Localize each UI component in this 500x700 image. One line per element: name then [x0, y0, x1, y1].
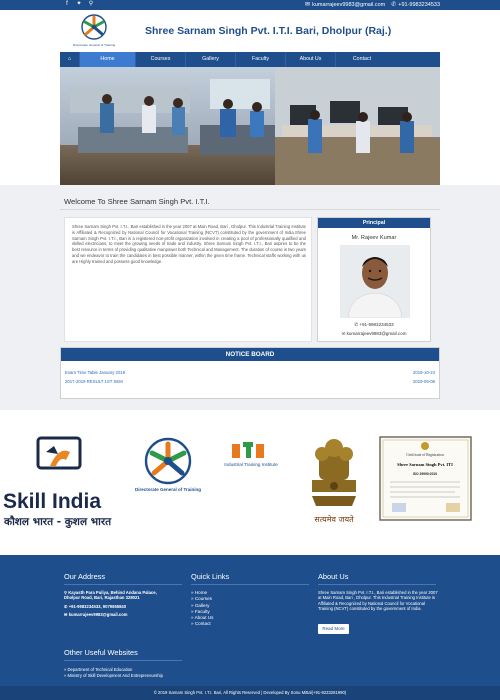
social-links: f ✦ ⚲ [64, 1, 94, 8]
footer-divider [191, 584, 309, 585]
dgt-partner-logo[interactable]: Directorate General of Training [135, 437, 201, 492]
footer-quick-links: » Home » Courses » Gallery » Faculty » A… [191, 590, 213, 628]
topbar-contact: ✉ kumarrajeev9983@gmail.com ✆ +91-99832345… [305, 1, 440, 9]
address-line-1: Kayasth Para Puliya, Behind Andana Palac… [68, 590, 157, 595]
twitter-icon[interactable]: ✦ [76, 1, 82, 8]
location-icon[interactable]: ⚲ [88, 1, 94, 8]
principal-phone: ✆ +91-9983234533 [318, 322, 430, 328]
welcome-heading: Welcome To Shree Sarnam Singh Pvt. I.T.I… [64, 197, 210, 206]
nav-courses[interactable]: Courses [136, 52, 186, 67]
principal-email: ✉ kumarrajeev9983@gmail.com [318, 331, 430, 337]
skill-india-hindi: कौशल भारत - कुशल भारत [3, 515, 112, 529]
certificate-title: Certificate of Registration [406, 453, 444, 457]
principal-email-text: kumarrajeev9983@gmail.com [346, 331, 407, 336]
principal-name: Mr. Rajeev Kumar [351, 235, 397, 241]
footer-phones-text: +91-9983234533, 9079655840 [68, 603, 127, 609]
logo-caption: Directorate General of Training [73, 43, 116, 47]
iso-certificate[interactable]: Certificate of Registration Shree Sarnam… [379, 436, 472, 521]
footer-divider [64, 660, 182, 661]
quick-link-label: Gallery [194, 602, 210, 608]
footer-useful-links: » Department of Technical Education » Mi… [64, 667, 163, 678]
footer-about-heading: About Us [318, 572, 349, 581]
footer-email-text: kumarrajeev9983@gmail.com [68, 612, 128, 618]
welcome-divider [60, 209, 440, 210]
nav-about-us[interactable]: About Us [286, 52, 336, 67]
skill-india-text: Skill India [3, 490, 101, 513]
notice-title[interactable]: 2017-2019 RESULT 1ST SEM [65, 379, 123, 384]
dgt-logo[interactable]: Directorate General of Training [68, 13, 120, 51]
useful-link-skill-development[interactable]: » Ministry of Skill Development And Entr… [64, 673, 163, 679]
nav-gallery[interactable]: Gallery [186, 52, 236, 67]
topbar-email[interactable]: ✉ kumarrajeev9983@gmail.com [305, 1, 385, 9]
notice-date: 2019-05-06 [413, 379, 435, 384]
emblem-motto: सत्यमेव जयते [314, 514, 354, 524]
footer-divider [64, 584, 182, 585]
footer-address: ⚲ Kayasth Para Puliya, Behind Andana Pal… [64, 590, 157, 618]
envelope-icon: ✉ [305, 2, 311, 8]
quick-link-label: About Us [194, 615, 214, 621]
topbar-email-text: kumarrajeev9983@gmail.com [312, 2, 386, 8]
topbar-phone[interactable]: ✆ +91-9983234533 [391, 1, 440, 9]
quick-link-label: Contact [194, 621, 211, 627]
phone-icon: ✆ [391, 2, 397, 8]
facebook-icon[interactable]: f [64, 1, 70, 8]
quick-link-label: Courses [194, 596, 212, 602]
notice-date: 2019-10-24 [413, 370, 435, 375]
nav-faculty[interactable]: Faculty [236, 52, 286, 67]
main-nav: ⌂ Home Courses Gallery Faculty About Us … [60, 52, 440, 67]
notice-item[interactable]: 2017-2019 RESULT 1ST SEM 2019-05-06 [65, 379, 437, 384]
footer-quick-links-heading: Quick Links [191, 572, 230, 581]
top-bar: f ✦ ⚲ ✉ kumarrajeev9983@gmail.com ✆ +91-99… [0, 0, 500, 10]
national-emblem[interactable]: सत्यमेव जयते [312, 439, 356, 524]
footer-useful-heading: Other Useful Websites [64, 648, 138, 657]
quick-link-contact[interactable]: » Contact [191, 621, 213, 627]
copyright-bar: © 2019 Sarnam Singh Pvt. I.T.I. Bari, Al… [0, 686, 500, 700]
certificate-name: Shree Sarnam Singh Pvt. ITI [397, 462, 453, 467]
nav-home[interactable]: Home [80, 52, 136, 67]
partner-logos: Skill India कौशल भारत - कुशल भारत Direct… [0, 410, 500, 555]
about-box: Shree Sarnam Singh Pvt. I.T.I., Bari est… [64, 217, 312, 342]
about-text: Shree Sarnam Singh Pvt. I.T.I., Bari est… [72, 224, 307, 264]
notice-item[interactable]: Exam Time Table January 2019 2019-10-24 [65, 370, 437, 375]
footer-phones: ✆ +91-9983234533, 9079655840 [64, 604, 157, 609]
notice-board-heading: NOTICE BOARD [61, 348, 439, 361]
notice-title[interactable]: Exam Time Table January 2019 [65, 370, 125, 375]
site-header: Directorate General of Training Shree Sa… [0, 10, 500, 52]
nav-contact[interactable]: Contact [336, 52, 388, 67]
footer-divider [318, 584, 436, 585]
quick-link-label: Home [194, 590, 208, 595]
topbar-phone-text: +91-9983234533 [398, 2, 440, 8]
address-line-2: Dholpur Road, Bari, Rajasthan 328021 [64, 595, 140, 601]
notice-board: NOTICE BOARD Exam Time Table January 201… [60, 347, 440, 399]
useful-link-label: Department of Technical Education [67, 667, 133, 672]
footer-email[interactable]: ✉ kumarrajeev9983@gmail.com [64, 612, 157, 617]
site-title: Shree Sarnam Singh Pvt. I.T.I. Bari, Dho… [145, 25, 392, 37]
site-footer: Our Address ⚲ Kayasth Para Puliya, Behin… [0, 555, 500, 700]
principal-photo [340, 245, 410, 318]
iti-caption: Industrial Training Institute [224, 462, 278, 467]
principal-phone-text: +91-9983234533 [359, 322, 394, 327]
footer-address-heading: Our Address [64, 572, 106, 581]
dgt-partner-caption: Directorate General of Training [135, 487, 201, 492]
read-more-button[interactable]: Read More [318, 624, 349, 634]
iti-logo[interactable]: Industrial Training Institute [224, 442, 278, 467]
certificate-standard: ISO 29990:2010 [413, 472, 437, 476]
home-icon[interactable]: ⌂ [60, 52, 80, 67]
skill-india-logo[interactable]: Skill India कौशल भारत - कुशल भारत [3, 436, 112, 529]
quick-link-label: Faculty [194, 608, 210, 614]
principal-heading: Principal [318, 218, 430, 228]
hero-banner-image [60, 67, 440, 185]
footer-about-text: Shree Sarnam Singh Pvt. I.T.I., Bari est… [318, 590, 438, 612]
principal-card: Principal Mr. Rajeev Kumar ✆ +91-9983234… [317, 217, 431, 342]
useful-link-label: Ministry of Skill Development And Entrep… [67, 672, 163, 678]
